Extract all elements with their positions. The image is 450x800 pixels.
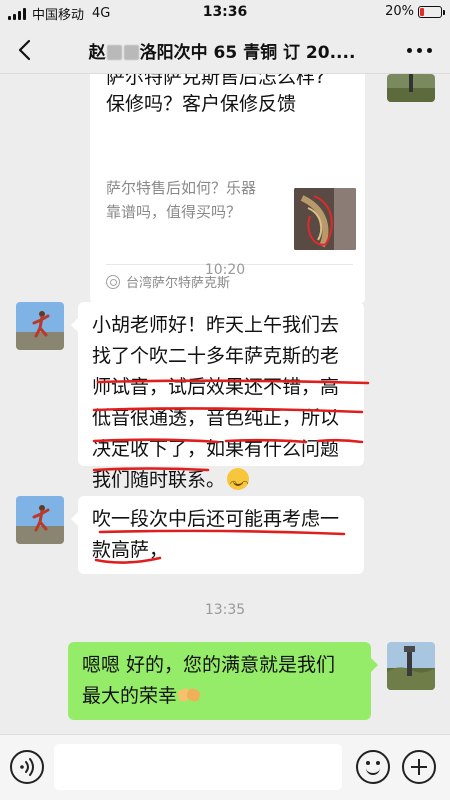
message-input[interactable] (54, 744, 342, 790)
battery-percent: 20% (385, 4, 414, 19)
redacted-block (106, 45, 122, 60)
battery-icon (418, 5, 445, 18)
voice-icon (20, 758, 34, 776)
plus-button[interactable] (402, 750, 436, 784)
annotation-layer (92, 379, 370, 564)
annotation-underline (94, 556, 162, 564)
annotation-underline (98, 529, 346, 536)
chevron-left-icon (18, 39, 31, 61)
chat-title-suffix: 洛阳次中 65 青铜 订 20.... (139, 43, 356, 63)
chat-title-prefix: 赵 (88, 43, 106, 63)
redacted-block (123, 45, 139, 60)
chat-title: 赵 洛阳次中 65 青铜 订 20.... (64, 38, 380, 63)
annotation-underline (96, 379, 370, 385)
annotation-underline (92, 407, 364, 414)
chat-header: 赵 洛阳次中 65 青铜 订 20.... (0, 26, 450, 74)
voice-button[interactable] (10, 750, 44, 784)
emoji-button[interactable] (356, 750, 390, 784)
annotation-underline (92, 467, 210, 472)
status-right: 20% (385, 4, 445, 19)
status-bar: 中国移动 4G 13:36 20% (0, 0, 450, 26)
chat-area[interactable]: 萨尔特萨克斯售后怎么样? 保修吗？客户保修反馈 萨尔特售后如何？乐器 靠谱吗，值… (0, 74, 450, 734)
status-time: 13:36 (202, 4, 248, 20)
annotation-underline (316, 438, 364, 444)
annotation-underline (224, 438, 308, 444)
more-button[interactable] (407, 48, 432, 53)
input-bar (0, 734, 450, 800)
back-button[interactable] (10, 36, 38, 64)
annotation-underline (92, 438, 220, 444)
